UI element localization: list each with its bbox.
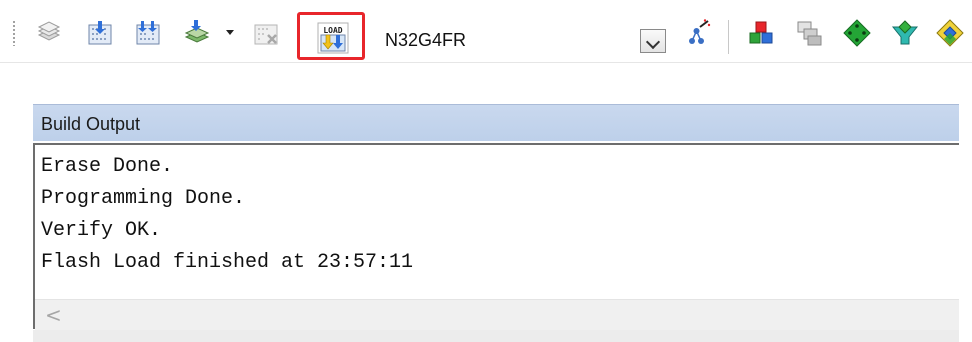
pack-installer-icon[interactable] — [843, 19, 871, 47]
rebuild-icon[interactable] — [134, 19, 162, 47]
svg-text:LOAD: LOAD — [323, 26, 342, 35]
manage-run-time-icon[interactable] — [936, 19, 964, 47]
translate-icon[interactable] — [35, 19, 63, 47]
stop-build-icon[interactable] — [252, 19, 280, 47]
download-load-icon: LOAD — [317, 22, 349, 54]
batch-build-icon[interactable] — [183, 19, 211, 47]
manage-components-icon[interactable] — [747, 19, 775, 47]
scroll-left-icon[interactable]: < — [45, 303, 62, 327]
copy-project-icon[interactable] — [795, 19, 823, 47]
build-output-header: Build Output — [33, 104, 959, 141]
output-line: Verify OK. — [41, 219, 162, 242]
target-dropdown-icon[interactable] — [640, 29, 666, 53]
toolbar-separator — [728, 20, 729, 54]
build-icon[interactable] — [86, 19, 114, 47]
select-software-packs-icon[interactable] — [891, 19, 919, 47]
toolbar: LOAD N32G4FR — [0, 0, 972, 63]
horizontal-scrollbar[interactable]: < — [35, 299, 959, 330]
batch-build-dropdown-icon[interactable] — [226, 30, 234, 35]
output-line: Erase Done. — [41, 155, 174, 178]
options-wand-icon[interactable] — [683, 19, 711, 47]
download-load-button[interactable]: LOAD — [297, 12, 365, 60]
panel-bottom-edge — [33, 330, 959, 342]
build-output-title: Build Output — [41, 114, 141, 134]
build-output-pane[interactable]: Erase Done. Programming Done. Verify OK.… — [33, 143, 959, 330]
output-line: Flash Load finished at 23:57:11 — [41, 251, 414, 274]
build-output-lines: Erase Done. Programming Done. Verify OK.… — [41, 151, 413, 279]
target-name[interactable]: N32G4FR — [385, 30, 466, 51]
toolbar-grip[interactable] — [12, 20, 16, 46]
output-line: Programming Done. — [41, 187, 246, 210]
